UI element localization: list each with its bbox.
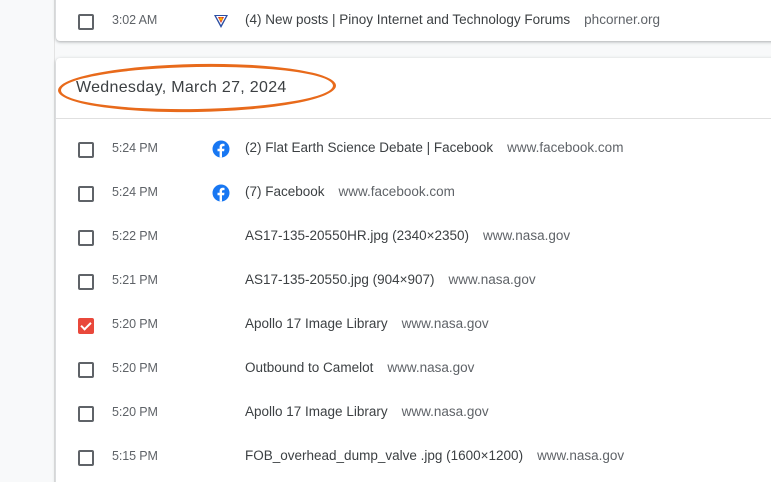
entry-checkbox[interactable]: [78, 186, 94, 202]
entry-domain: www.nasa.gov: [448, 272, 536, 287]
entry-domain: www.nasa.gov: [387, 360, 475, 375]
entry-time: 5:24 PM: [112, 141, 158, 155]
entry-text: (7) Facebook www.facebook.com: [245, 184, 455, 199]
entry-time: 5:15 PM: [112, 449, 158, 463]
entry-checkbox[interactable]: [78, 450, 94, 466]
entry-time: 5:22 PM: [112, 229, 158, 243]
entry-domain: www.nasa.gov: [401, 404, 489, 419]
entry-domain: www.nasa.gov: [401, 316, 489, 331]
history-entry[interactable]: 3:02 AM (4) New posts | Pinoy Internet a…: [56, 0, 771, 44]
entry-title-link[interactable]: (4) New posts | Pinoy Internet and Techn…: [245, 12, 570, 27]
history-entry[interactable]: 5:20 PM Apollo 17 Image Library www.nasa.g…: [56, 304, 771, 348]
entry-text: FOB_overhead_dump_valve .jpg (1600×1200)…: [245, 448, 624, 463]
entry-text: (2) Flat Earth Science Debate | Facebook…: [245, 140, 623, 155]
entry-text: AS17-135-20550HR.jpg (2340×2350) www.nasa…: [245, 228, 570, 243]
history-page: 3:02 AM (4) New posts | Pinoy Internet a…: [0, 0, 771, 482]
gutter-divider: [54, 0, 55, 482]
entry-checkbox[interactable]: [78, 230, 94, 246]
entry-domain: phcorner.org: [584, 12, 660, 27]
entry-text: Outbound to Camelot www.nasa.gov: [245, 360, 474, 375]
entry-title-link[interactable]: FOB_overhead_dump_valve .jpg (1600×1200): [245, 448, 523, 463]
entry-title-link[interactable]: Apollo 17 Image Library: [245, 404, 388, 419]
entry-title-link[interactable]: AS17-135-20550HR.jpg (2340×2350): [245, 228, 469, 243]
entry-title-link[interactable]: (2) Flat Earth Science Debate | Facebook: [245, 140, 493, 155]
checkmark-icon: [80, 319, 92, 331]
header-divider: [56, 118, 771, 119]
entry-text: Apollo 17 Image Library www.nasa.gov: [245, 316, 489, 331]
entry-time: 3:02 AM: [112, 13, 158, 27]
history-card-previous: 3:02 AM (4) New posts | Pinoy Internet a…: [56, 0, 771, 41]
history-entry[interactable]: 5:20 PM Outbound to Camelot www.nasa.gov: [56, 348, 771, 392]
entry-checkbox[interactable]: [78, 362, 94, 378]
entry-time: 5:20 PM: [112, 361, 158, 375]
entry-title-link[interactable]: AS17-135-20550.jpg (904×907): [245, 272, 435, 287]
facebook-icon: [212, 140, 230, 158]
history-entry[interactable]: 5:24 PM (7) Facebook www.facebook.com: [56, 172, 771, 216]
entry-title-link[interactable]: Apollo 17 Image Library: [245, 316, 388, 331]
entry-checkbox[interactable]: [78, 142, 94, 158]
entry-title-link[interactable]: (7) Facebook: [245, 184, 325, 199]
history-entry[interactable]: 5:21 PM AS17-135-20550.jpg (904×907) www.n…: [56, 260, 771, 304]
entry-checkbox[interactable]: [78, 274, 94, 290]
history-entry[interactable]: 5:22 PM AS17-135-20550HR.jpg (2340×2350) w…: [56, 216, 771, 260]
entry-text: (4) New posts | Pinoy Internet and Techn…: [245, 12, 660, 27]
entry-domain: www.facebook.com: [338, 184, 455, 199]
entry-checkbox[interactable]: [78, 318, 94, 334]
history-entry[interactable]: 5:15 PM FOB_overhead_dump_valve .jpg (160…: [56, 436, 771, 480]
entry-domain: www.facebook.com: [507, 140, 624, 155]
phcorner-favicon-icon: [214, 15, 228, 28]
entry-checkbox[interactable]: [78, 406, 94, 422]
entry-domain: www.nasa.gov: [483, 228, 571, 243]
entry-checkbox[interactable]: [78, 14, 94, 30]
facebook-icon: [212, 184, 230, 202]
entry-text: Apollo 17 Image Library www.nasa.gov: [245, 404, 489, 419]
history-entry[interactable]: 5:24 PM (2) Flat Earth Science Debate | F…: [56, 128, 771, 172]
history-card-day: Wednesday, March 27, 2024 5:24 PM (2) Fla…: [56, 58, 771, 482]
entry-domain: www.nasa.gov: [537, 448, 625, 463]
entry-time: 5:24 PM: [112, 185, 158, 199]
date-header: Wednesday, March 27, 2024: [76, 79, 287, 96]
entry-time: 5:20 PM: [112, 317, 158, 331]
entry-text: AS17-135-20550.jpg (904×907) www.nasa.gov: [245, 272, 536, 287]
history-entry[interactable]: 5:20 PM Apollo 17 Image Library www.nasa.g…: [56, 392, 771, 436]
entry-time: 5:21 PM: [112, 273, 158, 287]
entry-title-link[interactable]: Outbound to Camelot: [245, 360, 373, 375]
entry-time: 5:20 PM: [112, 405, 158, 419]
